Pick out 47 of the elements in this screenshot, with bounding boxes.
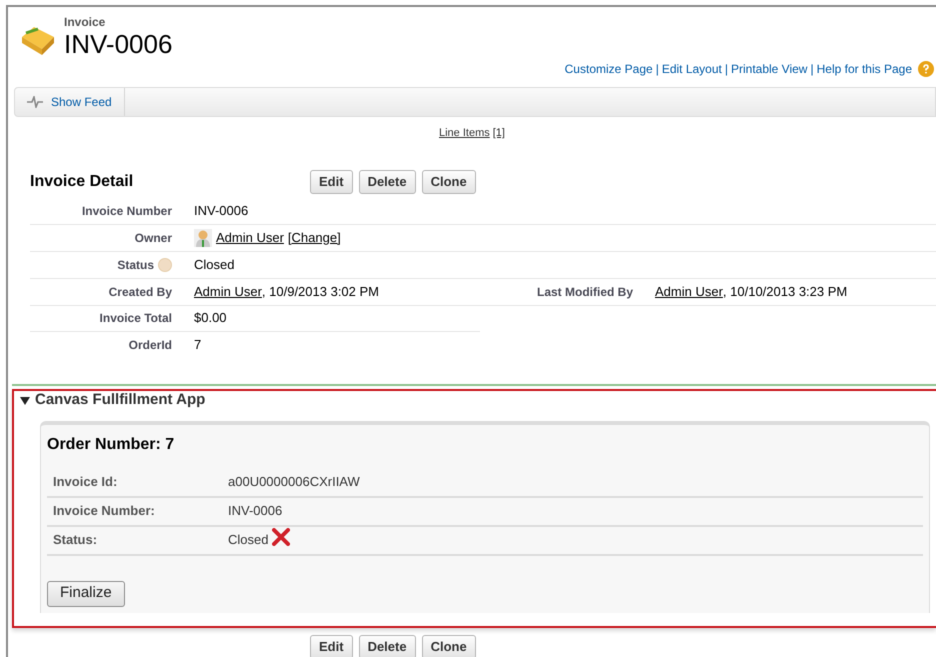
section-title: Invoice Detail	[30, 172, 134, 192]
action-button[interactable]: Edit	[310, 634, 353, 657]
action-button[interactable]: Clone	[422, 170, 476, 194]
field-value: Closed	[194, 256, 234, 274]
user-link[interactable]: Admin User	[194, 282, 262, 302]
page-link[interactable]: Edit Layout	[662, 60, 722, 78]
show-feed-button[interactable]: Show Feed	[15, 88, 125, 116]
link-separator: |	[724, 61, 728, 78]
field-value: a00U0000006CXrIIAW	[228, 473, 360, 492]
field-value: , 10/10/2013 3:23 PM	[722, 282, 848, 301]
user-link[interactable]: Admin User	[216, 228, 284, 248]
field-value: $0.00	[194, 309, 227, 328]
field-value: , 10/9/2013 3:02 PM	[262, 282, 380, 301]
field-label: Last Modified By	[536, 284, 633, 300]
pulse-icon	[27, 96, 43, 108]
field-label: Invoice Id:	[52, 473, 118, 492]
action-button[interactable]: Delete	[358, 634, 416, 657]
user-link[interactable]: [Change]	[288, 228, 341, 248]
action-button[interactable]: Clone	[422, 634, 476, 657]
action-button[interactable]: Delete	[358, 170, 416, 194]
field-label: Invoice Number	[82, 202, 172, 220]
field-label: Invoice Total	[100, 310, 172, 327]
section-title: Canvas Fullfillment App	[35, 390, 206, 410]
field-label: OrderId	[128, 336, 172, 354]
app-heading: Order Number: 7	[47, 434, 176, 454]
object-type-label: Invoice	[64, 15, 106, 29]
field-label: Created By	[108, 284, 172, 300]
page-link[interactable]: Help for this Page	[816, 60, 912, 78]
link-separator: |	[810, 61, 814, 78]
field-value: INV-0006	[228, 502, 282, 520]
collapse-triangle-icon[interactable]	[20, 396, 30, 404]
related-list-link[interactable]: Line Items	[439, 125, 490, 142]
field-value: 7	[194, 336, 202, 354]
related-count: [1]	[492, 126, 505, 141]
action-button[interactable]: Edit	[310, 170, 353, 194]
page-link[interactable]: Printable View	[730, 60, 808, 78]
link-separator: |	[656, 61, 659, 78]
user-link[interactable]: Admin User	[655, 282, 723, 302]
field-label: Owner	[134, 230, 172, 246]
record-title: INV-0006	[64, 29, 172, 59]
finalize-button[interactable]: Finalize	[47, 580, 125, 606]
field-label: Invoice Number:	[52, 502, 156, 520]
field-label: Status	[117, 256, 154, 274]
page-link[interactable]: Customize Page	[564, 60, 653, 78]
field-label: Status:	[52, 531, 98, 550]
field-value: Closed	[228, 531, 268, 550]
field-value: INV-0006	[194, 202, 248, 220]
